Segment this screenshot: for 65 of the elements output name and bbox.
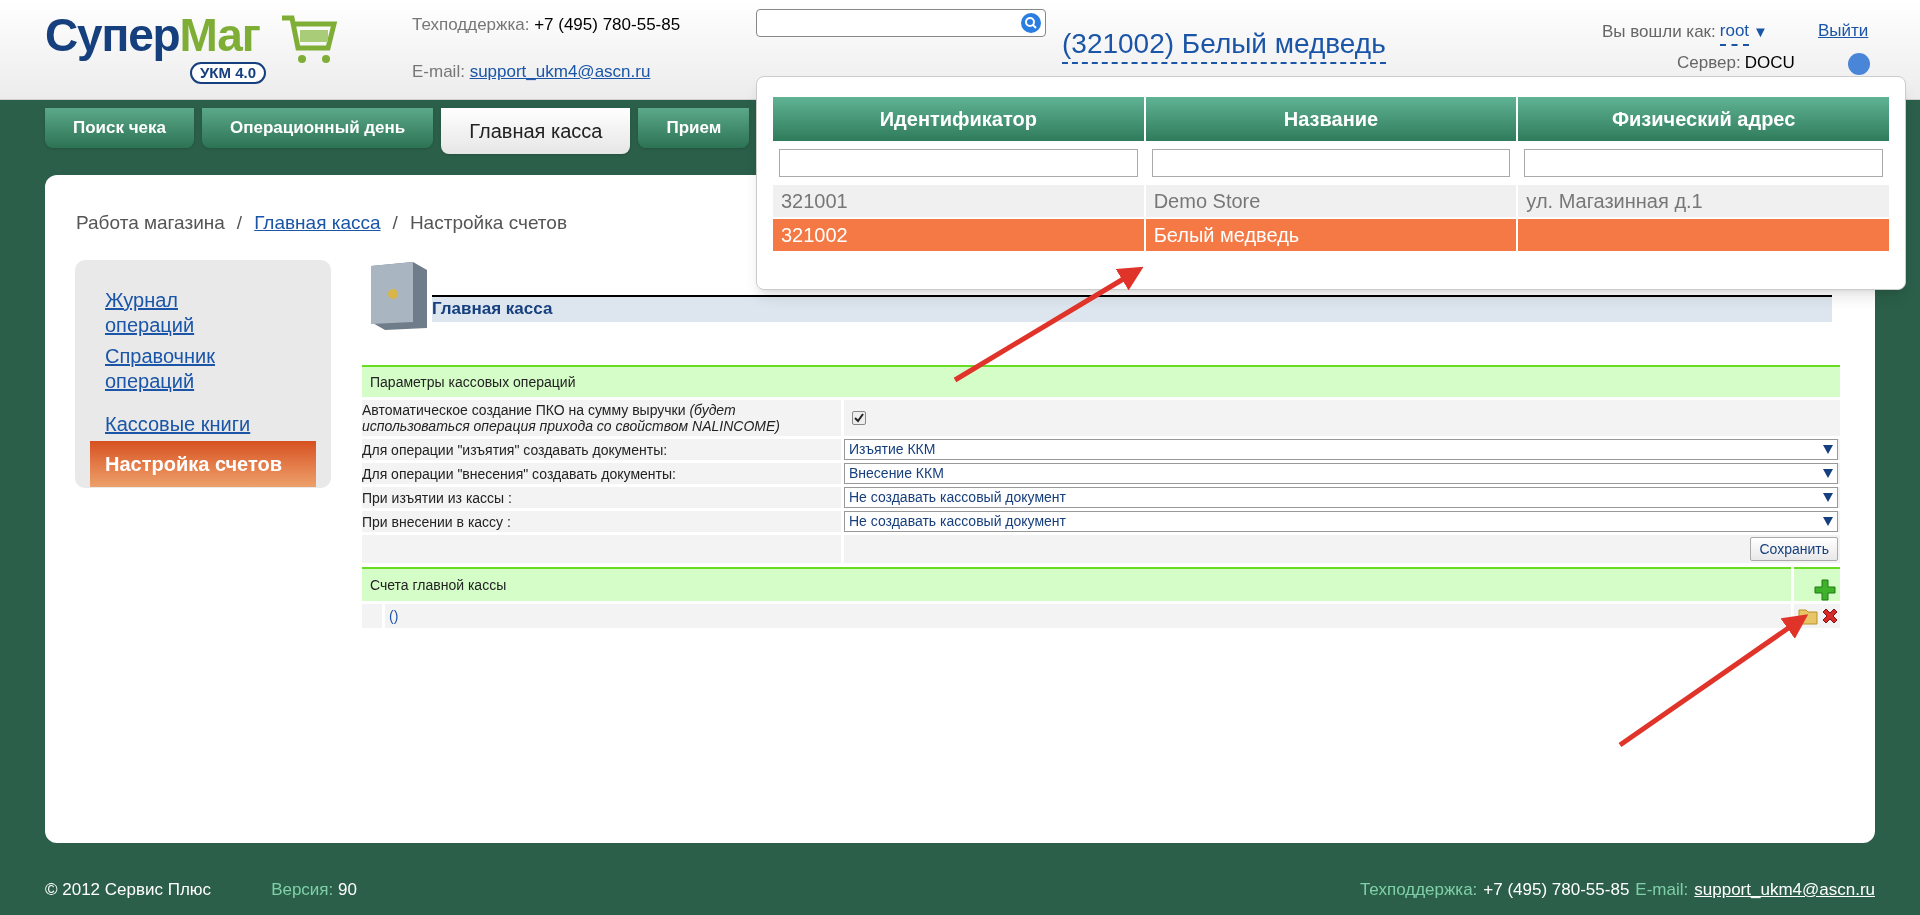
module-title: Главная касса [432, 295, 1832, 322]
server-name: DOCU [1744, 52, 1795, 74]
dropdown-icon[interactable] [1823, 493, 1833, 502]
sidebar-item[interactable]: Журнал операций [90, 288, 280, 338]
table-cell[interactable] [1518, 219, 1889, 251]
footer-email-link[interactable]: support_ukm4@ascn.ru [1694, 877, 1875, 903]
section-header: Параметры кассовых операций [362, 365, 1840, 397]
dropdown-icon[interactable] [1823, 445, 1833, 454]
select-field[interactable]: Изъятие ККМ [844, 439, 1838, 460]
select-field[interactable]: Не создавать кассовый документ [844, 487, 1838, 508]
copyright: © 2012 Сервис Плюс [45, 879, 212, 901]
help-icon[interactable] [1848, 53, 1870, 75]
breadcrumb-link[interactable]: Главная касса [254, 209, 381, 238]
support-phone: +7 (495) 780-55-85 [534, 15, 681, 34]
table-cell[interactable]: ул. Магазинная д.1 [1518, 185, 1889, 217]
store-name[interactable]: (321002) Белый медведь [1062, 26, 1386, 64]
param-label: При внесении в кассу : [362, 513, 511, 530]
dropdown-icon[interactable] [1823, 469, 1833, 478]
filter-field[interactable] [1524, 149, 1883, 177]
server-label: Сервер: [1677, 52, 1741, 74]
breadcrumb-separator: / [392, 211, 398, 235]
delete-icon[interactable] [1820, 606, 1840, 626]
email-label: E-mail: [412, 62, 465, 81]
checkbox[interactable] [852, 411, 866, 425]
filter-field[interactable] [1151, 149, 1511, 177]
param-label: Автоматическое создание ПКО на сумму выручки (будет использоваться операция прихода со свойством NALINCOME) [362, 402, 781, 434]
logout-link[interactable]: Выйти [1818, 18, 1869, 44]
table-cell[interactable]: Demo Store [1145, 185, 1517, 217]
column-header: Идентификатор [773, 97, 1144, 141]
nav-tab[interactable]: Операционный день [202, 108, 434, 148]
search-field[interactable] [756, 9, 1046, 37]
account-link[interactable]: () [389, 605, 399, 627]
email-link[interactable]: support_ukm4@ascn.ru [469, 62, 651, 81]
sidebar-item[interactable]: Справочник операций [90, 344, 280, 394]
param-label: Для операции "изъятия" создавать документы: [362, 441, 668, 458]
cart-icon [280, 14, 338, 66]
footer-support-label: Техподдержка: [1359, 879, 1478, 901]
breadcrumb-item: Работа магазина [76, 211, 225, 235]
nav-tab[interactable]: Поиск чека [45, 108, 195, 148]
support-label: Техподдержка: [412, 15, 530, 34]
nav-tab[interactable]: Главная касса [441, 108, 631, 154]
breadcrumb-separator: / [236, 211, 243, 235]
footer-email-label: E-mail: [1635, 879, 1689, 901]
select-field[interactable]: Не создавать кассовый документ [844, 511, 1838, 532]
param-label: При изъятии из кассы : [362, 489, 512, 506]
version-text: Версия: 90 [271, 879, 357, 901]
user-menu[interactable]: root [1719, 18, 1750, 46]
dropdown-icon[interactable] [1823, 517, 1833, 526]
table-cell[interactable]: 321001 [773, 185, 1144, 217]
param-label: Для операции "внесения" создавать документы: [362, 465, 676, 482]
caret-icon[interactable]: ▼ [1753, 20, 1768, 43]
breadcrumb-item: Настройка счетов [409, 211, 567, 235]
footer-phone: +7 (495) 780-55-85 [1483, 879, 1630, 901]
filter-field[interactable] [779, 149, 1138, 177]
nav-tab[interactable]: Прием [638, 108, 750, 148]
search-icon[interactable] [1021, 13, 1041, 33]
login-label: Вы вошли как: [1602, 21, 1716, 43]
column-header: Физический адрес [1518, 97, 1889, 141]
select-field[interactable]: Внесение ККМ [844, 463, 1838, 484]
column-header: Название [1145, 97, 1517, 141]
sidebar-item[interactable]: Кассовые книги [90, 412, 280, 437]
version-badge: УКМ 4.0 [190, 62, 266, 84]
section-header: Счета главной кассы [362, 567, 1791, 601]
save-button[interactable]: Сохранить [1750, 537, 1838, 561]
add-icon[interactable] [1814, 579, 1836, 601]
